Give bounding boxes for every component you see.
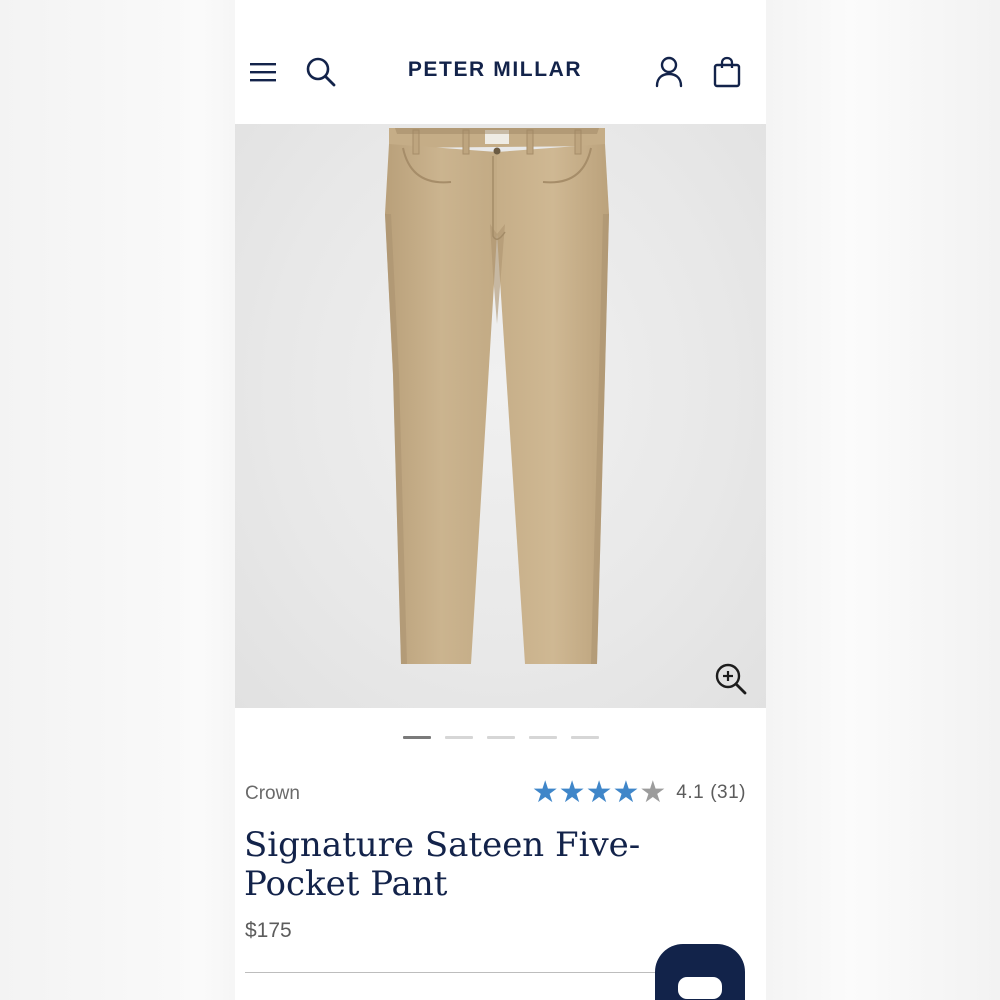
review-count[interactable]: (31) <box>710 782 746 804</box>
product-brand: Crown <box>245 783 300 804</box>
star-rating: ★ ★ ★ ★ ★ <box>532 778 667 808</box>
shopping-bag-icon[interactable] <box>711 56 743 88</box>
zoom-in-icon[interactable] <box>714 662 748 696</box>
carousel-dot[interactable] <box>486 736 515 739</box>
site-header: PETER MILLAR <box>235 0 766 124</box>
carousel-dot[interactable] <box>444 736 473 739</box>
section-divider <box>245 972 665 973</box>
star-icon: ★ <box>639 775 667 810</box>
search-icon[interactable] <box>305 56 337 88</box>
brand-logo[interactable]: PETER MILLAR <box>380 58 610 82</box>
image-carousel-indicator <box>235 736 766 739</box>
carousel-dot[interactable] <box>402 736 431 739</box>
carousel-dot[interactable] <box>528 736 557 739</box>
rating-value: 4.1 <box>676 782 705 803</box>
chat-icon <box>678 977 722 999</box>
product-image[interactable] <box>235 124 766 708</box>
product-price: $175 <box>245 919 292 942</box>
product-rating[interactable]: ★ ★ ★ ★ ★ 4.1 (31) <box>532 778 746 808</box>
carousel-dot[interactable] <box>570 736 599 739</box>
hamburger-menu-icon[interactable] <box>247 56 279 88</box>
star-icon: ★ <box>585 775 613 810</box>
user-icon[interactable] <box>653 56 685 88</box>
phone-screen: PETER MILLAR Crown ★ ★ ★ ★ ★ 4.1 (31) Si… <box>235 0 766 1000</box>
chat-button[interactable] <box>655 944 745 1000</box>
star-icon: ★ <box>558 775 586 810</box>
product-title: Signature Sateen Five-Pocket Pant <box>244 825 641 904</box>
pants-image <box>385 128 609 664</box>
star-icon: ★ <box>612 775 640 810</box>
star-icon: ★ <box>531 775 559 810</box>
